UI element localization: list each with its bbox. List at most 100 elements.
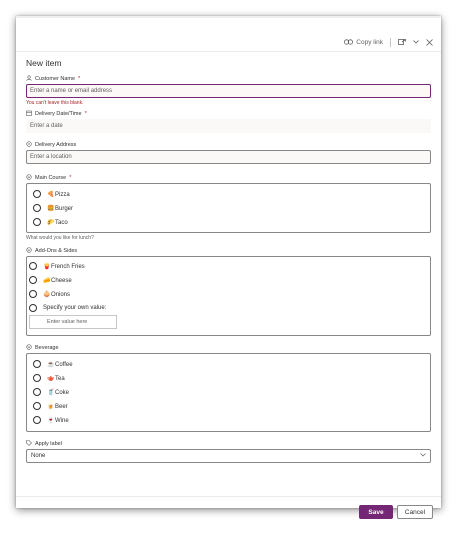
chevron-down-icon (420, 453, 426, 459)
radio-button[interactable] (33, 388, 41, 396)
main-course-options: 🍕Pizza 🍔Burger 🌮Taco (26, 183, 431, 233)
choice-icon (26, 174, 32, 182)
addons-options: 🍟French Fries 🧀Cheese 🧅Onions Specify yo… (26, 256, 431, 336)
main-course-hint: What would you like for lunch? (26, 235, 94, 241)
radio-button[interactable] (29, 276, 37, 284)
wine-icon: 🍷 (47, 417, 55, 424)
option-label: Taco (55, 219, 68, 226)
beer-icon: 🍺 (47, 403, 55, 410)
main-course-option-burger[interactable]: 🍔Burger (33, 201, 424, 215)
customer-name-error: You can't leave this blank. (26, 100, 84, 106)
option-label: Tea (55, 375, 65, 382)
choice-icon (26, 344, 32, 352)
onion-icon: 🧅 (43, 291, 51, 298)
close-icon[interactable] (426, 38, 433, 46)
location-pin-icon (26, 141, 32, 149)
beverage-label: Beverage (26, 343, 431, 353)
beverage-option-coffee[interactable]: ☕Coffee (33, 357, 424, 371)
main-course-label-text: Main Course (35, 175, 67, 181)
pizza-icon: 🍕 (47, 191, 55, 198)
fries-icon: 🍟 (43, 263, 51, 270)
radio-button[interactable] (33, 190, 41, 198)
addons-label-text: Add-Ons & Sides (35, 248, 78, 254)
required-marker: * (78, 76, 81, 82)
apply-label-value: None (31, 453, 46, 459)
chevron-down-icon[interactable] (413, 40, 419, 44)
option-label: Wine (55, 417, 69, 424)
option-label: Burger (55, 205, 74, 212)
required-marker: * (69, 175, 72, 181)
item-form: Customer Name * Enter a name or email ad… (26, 74, 431, 463)
toolbar-divider (390, 37, 391, 47)
save-button[interactable]: Save (359, 505, 393, 519)
new-item-panel: Copy link New item Customer Name * Enter… (16, 16, 441, 519)
link-icon (344, 39, 354, 45)
copy-link-button[interactable]: Copy link (344, 39, 383, 46)
delivery-address-input[interactable]: Enter a location (26, 150, 431, 164)
customer-name-label: Customer Name * (26, 74, 431, 84)
apply-label-dropdown[interactable]: None (26, 449, 431, 463)
main-course-label: Main Course * (26, 173, 431, 183)
option-label: Coke (55, 389, 70, 396)
radio-button[interactable] (33, 402, 41, 410)
form-footer: Save Cancel (359, 505, 433, 519)
tag-icon (26, 440, 32, 448)
main-course-option-taco[interactable]: 🌮Taco (33, 215, 424, 229)
beverage-options: ☕Coffee 🫖Tea 🥤Coke 🍺Beer 🍷Wine (26, 353, 431, 432)
option-label: Pizza (55, 191, 70, 198)
delivery-datetime-label: Delivery Date/Time * (26, 109, 431, 119)
copy-link-label: Copy link (356, 38, 383, 46)
open-in-new-icon[interactable] (398, 38, 406, 46)
panel-toolbar: Copy link (344, 36, 433, 48)
addon-option-onions[interactable]: 🧅Onions (29, 287, 424, 301)
person-icon (26, 75, 32, 83)
custom-value-label: Specify your own value: (43, 305, 107, 311)
radio-button[interactable] (33, 374, 41, 382)
addon-option-custom[interactable]: Specify your own value: (29, 301, 424, 315)
option-label: Coffee (55, 361, 73, 368)
customer-name-label-text: Customer Name (35, 76, 76, 82)
radio-button[interactable] (33, 416, 41, 424)
beverage-option-coke[interactable]: 🥤Coke (33, 385, 424, 399)
radio-button[interactable] (29, 262, 37, 270)
taco-icon: 🌮 (47, 219, 55, 226)
apply-label-label: Apply label (26, 439, 431, 449)
cheese-icon: 🧀 (43, 277, 51, 284)
beverage-label-text: Beverage (35, 345, 59, 351)
page-title: New item (26, 58, 62, 68)
burger-icon: 🍔 (47, 205, 55, 212)
cancel-button[interactable]: Cancel (397, 505, 433, 519)
footer-divider (16, 496, 441, 497)
required-marker: * (84, 111, 87, 117)
option-label: Cheese (51, 277, 72, 284)
delivery-date-input[interactable]: Enter a date (26, 119, 431, 133)
customer-name-input[interactable]: Enter a name or email address (26, 84, 431, 98)
beverage-option-wine[interactable]: 🍷Wine (33, 413, 424, 427)
header-divider (16, 51, 441, 52)
option-label: Beer (55, 403, 68, 410)
radio-button[interactable] (33, 360, 41, 368)
addon-option-cheese[interactable]: 🧀Cheese (29, 273, 424, 287)
soda-icon: 🥤 (47, 389, 55, 396)
top-strip (16, 16, 441, 18)
apply-label-label-text: Apply label (35, 441, 62, 447)
radio-button[interactable] (33, 204, 41, 212)
option-label: French Fries (51, 263, 85, 270)
multi-choice-icon (26, 247, 32, 255)
calendar-icon (26, 110, 32, 118)
main-course-option-pizza[interactable]: 🍕Pizza (33, 187, 424, 201)
delivery-datetime-label-text: Delivery Date/Time (35, 111, 82, 117)
custom-value-input[interactable]: Enter value here (29, 315, 117, 329)
addon-option-french-fries[interactable]: 🍟French Fries (29, 259, 424, 273)
delivery-address-label-text: Delivery Address (35, 142, 77, 148)
radio-button[interactable] (29, 290, 37, 298)
tea-icon: 🫖 (47, 375, 55, 382)
option-label: Onions (51, 291, 71, 298)
delivery-address-label: Delivery Address (26, 140, 431, 150)
coffee-icon: ☕ (47, 361, 55, 368)
beverage-option-tea[interactable]: 🫖Tea (33, 371, 424, 385)
addons-label: Add-Ons & Sides (26, 246, 431, 256)
radio-button[interactable] (33, 218, 41, 226)
beverage-option-beer[interactable]: 🍺Beer (33, 399, 424, 413)
radio-button[interactable] (29, 304, 37, 312)
